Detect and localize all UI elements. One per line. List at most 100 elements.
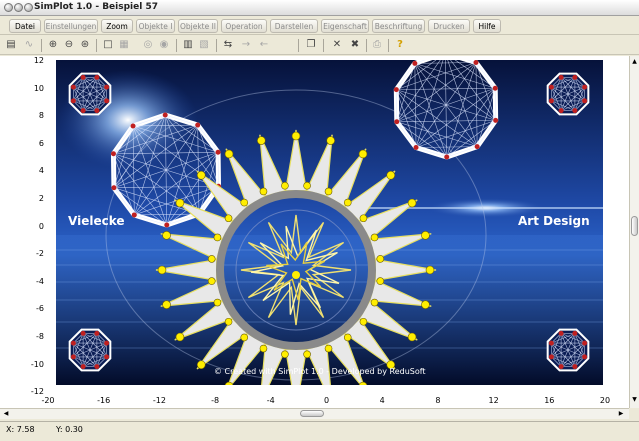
copy-icon[interactable]: ❐ xyxy=(304,38,318,52)
ring-dot xyxy=(240,333,249,342)
polygon-vertex xyxy=(558,74,564,80)
maximize-window-icon[interactable] xyxy=(24,3,33,12)
x-tick-label: -8 xyxy=(211,396,220,405)
star-tip-dot xyxy=(358,149,368,159)
ring-dot xyxy=(303,350,311,359)
vertical-scrollbar[interactable]: ▲ ▼ xyxy=(629,56,639,408)
x-tick-label: 0 xyxy=(323,396,330,405)
curve-icon[interactable]: ∿ xyxy=(22,38,36,52)
polygon-vertex xyxy=(80,364,86,370)
polygon-vertex xyxy=(111,185,117,191)
horizontal-scrollbar[interactable]: ◀ ▶ xyxy=(0,408,629,419)
polygon-vertex xyxy=(130,123,136,129)
scroll-down-icon[interactable]: ▼ xyxy=(631,396,638,404)
toolbar-separator xyxy=(41,39,42,52)
circle-icon[interactable]: ◎ xyxy=(141,38,155,52)
center-dot xyxy=(292,271,300,279)
menu-objekte-ii[interactable]: Objekte II xyxy=(178,19,218,33)
frame-icon[interactable]: □ xyxy=(101,38,115,52)
image-icon[interactable]: ▧ xyxy=(197,38,211,52)
ring-dot xyxy=(281,350,289,359)
status-y-coordinate: Y: 0.30 xyxy=(56,425,83,434)
help-icon[interactable]: ? xyxy=(393,38,407,52)
label-vielecke: Vielecke xyxy=(68,214,125,228)
star-tip-dot xyxy=(162,300,171,309)
menu-operation[interactable]: Operation xyxy=(221,19,267,33)
polygon-vertex xyxy=(412,60,418,66)
ring-dot xyxy=(207,277,216,285)
calculator-icon[interactable]: ▤ xyxy=(4,38,18,52)
zoom-fit-icon[interactable]: ⊛ xyxy=(78,38,92,52)
polygon-vertex xyxy=(70,340,76,346)
arrow-left-icon[interactable]: ← xyxy=(257,38,271,52)
window-title: SimPlot 1.0 - Beispiel 57 xyxy=(34,2,158,12)
scroll-up-icon[interactable]: ▲ xyxy=(631,58,638,66)
zoom-out-icon[interactable]: ⊖ xyxy=(62,38,76,52)
polygon-vertex xyxy=(70,84,76,90)
menu-einstellungen[interactable]: Einstellungen xyxy=(44,19,98,33)
ring-dot xyxy=(224,214,233,223)
polygon-vertex xyxy=(104,340,110,346)
polygon-vertex xyxy=(394,119,400,125)
y-tick-label: 0 xyxy=(38,221,44,231)
ring-dot xyxy=(376,255,385,263)
polygon-vertex xyxy=(195,122,201,128)
zoom-in-icon[interactable]: ⊕ xyxy=(46,38,60,52)
menu-zoom[interactable]: Zoom xyxy=(101,19,133,33)
polygon-vertex xyxy=(493,117,499,123)
ring-dot xyxy=(359,317,368,326)
polygon-vertex xyxy=(104,354,110,360)
menu-datei[interactable]: Datei xyxy=(9,19,41,33)
star-tip-dot xyxy=(407,198,417,208)
y-tick-label: -6 xyxy=(36,304,44,314)
ring-dot xyxy=(240,198,249,207)
menu-objekte-i[interactable]: Objekte I xyxy=(136,19,175,33)
polygon-vertex xyxy=(80,108,86,114)
menu-drucken[interactable]: Drucken xyxy=(428,19,470,33)
polygon-vertex xyxy=(572,74,578,80)
x-tick-label: -16 xyxy=(97,396,111,405)
vertical-scroll-thumb[interactable] xyxy=(631,216,638,236)
menu-darstellen[interactable]: Darstellen xyxy=(270,19,318,33)
x-tick-label: -20 xyxy=(41,396,55,405)
y-tick-label: 10 xyxy=(33,83,44,93)
y-tick-label: -2 xyxy=(36,249,44,259)
x-tick-label: 4 xyxy=(379,396,385,405)
menu-hilfe[interactable]: Hilfe xyxy=(473,19,501,33)
polygon-vertex xyxy=(80,74,86,80)
minimize-window-icon[interactable] xyxy=(14,3,23,12)
arrow-right-icon[interactable]: → xyxy=(239,38,253,52)
print-icon[interactable]: ⎙ xyxy=(370,38,384,52)
polygon-vertex xyxy=(572,364,578,370)
ring-dot xyxy=(224,317,233,326)
toolbar-separator xyxy=(366,39,367,52)
x-tick-label: 20 xyxy=(599,396,611,405)
ring-dot xyxy=(281,181,289,190)
ring-dot xyxy=(259,344,268,353)
polygon-vertex xyxy=(215,149,221,155)
grid-icon[interactable]: ▦ xyxy=(117,38,131,52)
close-window-icon[interactable] xyxy=(4,3,13,12)
horizontal-scroll-thumb[interactable] xyxy=(300,410,324,417)
ring-dot xyxy=(259,187,268,196)
menu-beschriftung[interactable]: Beschriftung xyxy=(372,19,425,33)
menu-eigenschaft[interactable]: Eigenschaft xyxy=(321,19,369,33)
y-tick-label: -4 xyxy=(36,276,44,286)
import-icon[interactable]: ⇆ xyxy=(221,38,235,52)
ring-dot xyxy=(213,298,222,307)
delete-all-icon[interactable]: ✖ xyxy=(348,38,362,52)
status-bar: X: 7.58 Y: 0.30 xyxy=(0,421,639,441)
y-tick-label: 2 xyxy=(38,194,44,203)
scroll-left-icon[interactable]: ◀ xyxy=(2,409,10,418)
star-tip-dot xyxy=(175,198,185,208)
polygon-vertex xyxy=(393,87,399,93)
table-icon[interactable]: ▥ xyxy=(181,38,195,52)
x-tick-label: 12 xyxy=(488,396,499,405)
x-tick-label: 16 xyxy=(544,396,555,405)
delete-x-icon[interactable]: ✕ xyxy=(330,38,344,52)
polygon-vertex xyxy=(131,212,137,218)
scroll-right-icon[interactable]: ▶ xyxy=(617,409,625,418)
y-tick-label: -12 xyxy=(30,387,44,397)
circle-filled-icon[interactable]: ◉ xyxy=(157,38,171,52)
polygon-vertex xyxy=(162,112,168,118)
